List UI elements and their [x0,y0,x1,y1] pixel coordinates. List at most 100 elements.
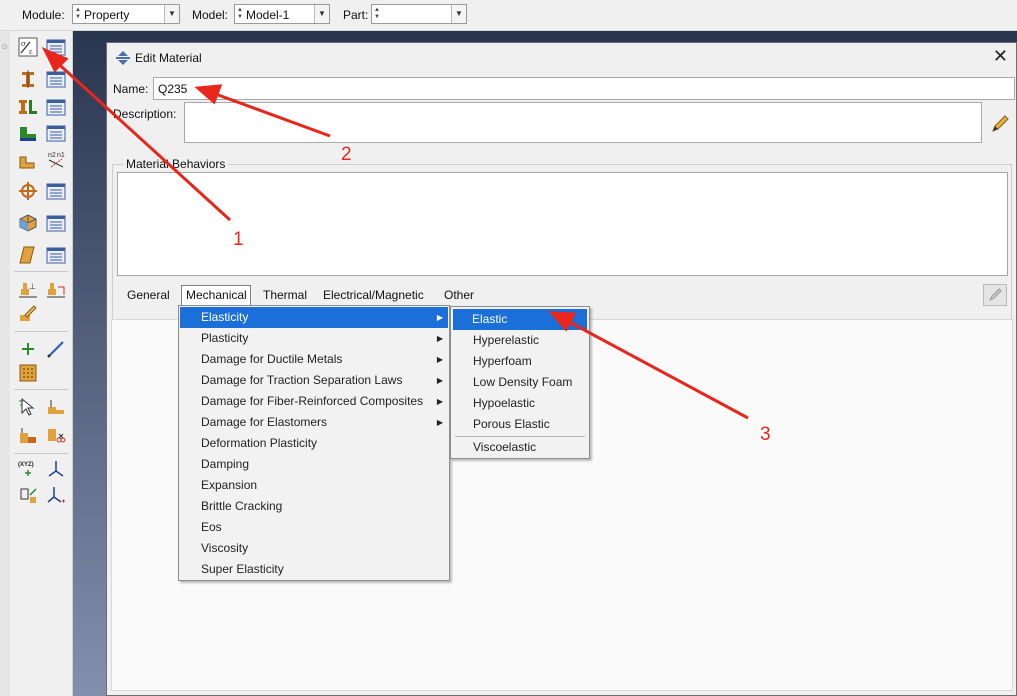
chevron-down-icon[interactable]: ▼ [314,5,329,23]
submenu-item-low-density-foam[interactable]: Low Density Foam [452,372,588,393]
submenu-item-porous-elastic[interactable]: Porous Elastic [452,414,588,435]
menu-item-damping[interactable]: Damping [180,454,448,475]
chevron-down-icon[interactable]: ▼ [164,5,179,23]
dialog-title: Edit Material [135,51,202,65]
cut-icon[interactable] [46,425,66,445]
svg-text:(XYZ): (XYZ) [18,462,34,468]
edit-pencil-icon[interactable] [18,303,38,323]
query-icon[interactable] [18,397,38,417]
stress-strain-icon[interactable]: σ ε [18,37,38,57]
csys-icon[interactable]: (XYZ) [18,459,38,479]
submenu-item-elastic[interactable]: Elastic [453,309,587,330]
menu-item-damage-elastomers[interactable]: Damage for Elastomers ▶ [180,412,448,433]
submenu-item-hyperfoam[interactable]: Hyperfoam [452,351,588,372]
partition-icon[interactable] [18,425,38,445]
tab-other[interactable]: Other [444,288,474,302]
part-label: Part: [343,8,369,22]
beam-orientation-icon[interactable] [18,123,38,143]
submenu-item-hypoelastic[interactable]: Hypoelastic [452,393,588,414]
tab-thermal[interactable]: Thermal [263,288,307,302]
tab-mechanical[interactable]: Mechanical [181,285,251,306]
svg-text:σ: σ [21,40,26,48]
spin-icon: ▲ ▼ [75,7,81,20]
spin-icon: ▲ ▼ [374,7,380,20]
move-icon[interactable] [18,485,38,505]
module-combo[interactable]: ▲ ▼ Property ▼ [72,4,180,24]
datum-point-icon[interactable]: ⊥ [18,279,38,299]
annotation-label-2: 2 [341,144,352,165]
menu-item-deformation-plasticity[interactable]: Deformation Plasticity [180,433,448,454]
menu-item-plasticity[interactable]: Plasticity ▶ [180,328,448,349]
part-combo[interactable]: ▲ ▼ ▼ [371,4,467,24]
spin-icon: ▲ ▼ [237,7,243,20]
axes-icon[interactable] [46,485,66,505]
svg-text:n1: n1 [57,152,65,159]
sun-icon: ☼ [0,41,10,52]
datum-axis-icon[interactable] [46,279,66,299]
material-dialog-icon [116,51,130,65]
chevron-right-icon: ▶ [436,355,443,364]
section-manager-icon-2[interactable] [46,97,66,117]
edit-pencil-icon[interactable] [989,113,1011,135]
annotation-label-3: 3 [760,424,771,445]
edit-pencil-icon [988,288,1002,302]
chevron-right-icon: ▶ [436,418,443,427]
menu-item-expansion[interactable]: Expansion [180,475,448,496]
tab-general[interactable]: General [127,288,170,302]
close-icon[interactable]: ✕ [993,46,1008,67]
submenu-item-viscoelastic[interactable]: Viscoelastic [452,437,588,458]
menu-item-elasticity[interactable]: Elasticity ▶ [180,307,448,328]
skin-icon[interactable] [18,213,38,233]
beam-normal-icon[interactable] [46,123,66,143]
skin-manager-icon[interactable] [46,213,66,233]
model-label: Model: [192,8,229,22]
material-behaviors-legend: Material Behaviors [126,157,226,171]
section-manager-icon[interactable] [46,69,66,89]
chevron-right-icon: ▶ [436,397,443,406]
datum-csys-icon[interactable] [46,459,66,479]
toolbox-separator [14,331,68,332]
name-field[interactable]: Q235 [153,77,1015,100]
set-icon[interactable] [46,397,66,417]
name-label: Name: [113,82,149,96]
profile-manager-icon[interactable]: n2 n1 [46,149,66,169]
datum-point-plus-icon[interactable] [18,339,38,359]
menu-item-damage-ductile[interactable]: Damage for Ductile Metals ▶ [180,349,448,370]
datum-line-icon[interactable] [46,339,66,359]
material-behaviors-list[interactable] [117,172,1008,276]
toolbox-separator [14,389,68,390]
chevron-right-icon: ▶ [436,334,443,343]
chevron-down-icon[interactable]: ▼ [451,5,466,23]
special-engineering-icon[interactable] [18,245,38,265]
mechanical-menu: Elasticity ▶ Plasticity ▶ Damage for Ducti… [178,305,450,581]
tab-electrical-magnetic[interactable]: Electrical/Magnetic [323,288,424,302]
menu-item-damage-traction[interactable]: Damage for Traction Separation Laws ▶ [180,370,448,391]
toolbox-separator [14,271,68,272]
svg-text:⊥: ⊥ [29,282,36,291]
menu-item-eos[interactable]: Eos [180,517,448,538]
assign-section-icon[interactable] [18,97,38,117]
grid-icon[interactable] [18,363,38,383]
toolbox-separator [14,453,68,454]
material-manager-icon[interactable] [46,37,66,57]
menu-item-super-elasticity[interactable]: Super Elasticity [180,559,448,580]
profile-icon[interactable] [18,151,38,171]
chevron-right-icon: ▶ [436,313,443,322]
edit-behavior-button[interactable] [983,284,1007,306]
context-toolbar: Module: ▲ ▼ Property ▼ Model: ▲ ▼ Model-1 … [0,0,1017,31]
annotation-label-1: 1 [233,229,244,250]
menu-item-viscosity[interactable]: Viscosity [180,538,448,559]
submenu-item-hyperelastic[interactable]: Hyperelastic [452,330,588,351]
name-value: Q235 [158,82,188,96]
svg-text:n2: n2 [48,152,56,159]
menu-item-brittle-cracking[interactable]: Brittle Cracking [180,496,448,517]
model-combo[interactable]: ▲ ▼ Model-1 ▼ [234,4,330,24]
description-field[interactable] [184,102,982,143]
menu-item-damage-fiber[interactable]: Damage for Fiber-Reinforced Composites ▶ [180,391,448,412]
create-section-icon[interactable] [18,69,38,89]
special-engineering-2-icon[interactable] [46,245,66,265]
elasticity-submenu: Elastic Hyperelastic Hyperfoam Low Densi… [450,306,590,459]
left-edge-strip: ☼ [0,31,10,696]
composite-manager-icon[interactable] [46,181,66,201]
composite-layup-icon[interactable] [18,181,38,201]
